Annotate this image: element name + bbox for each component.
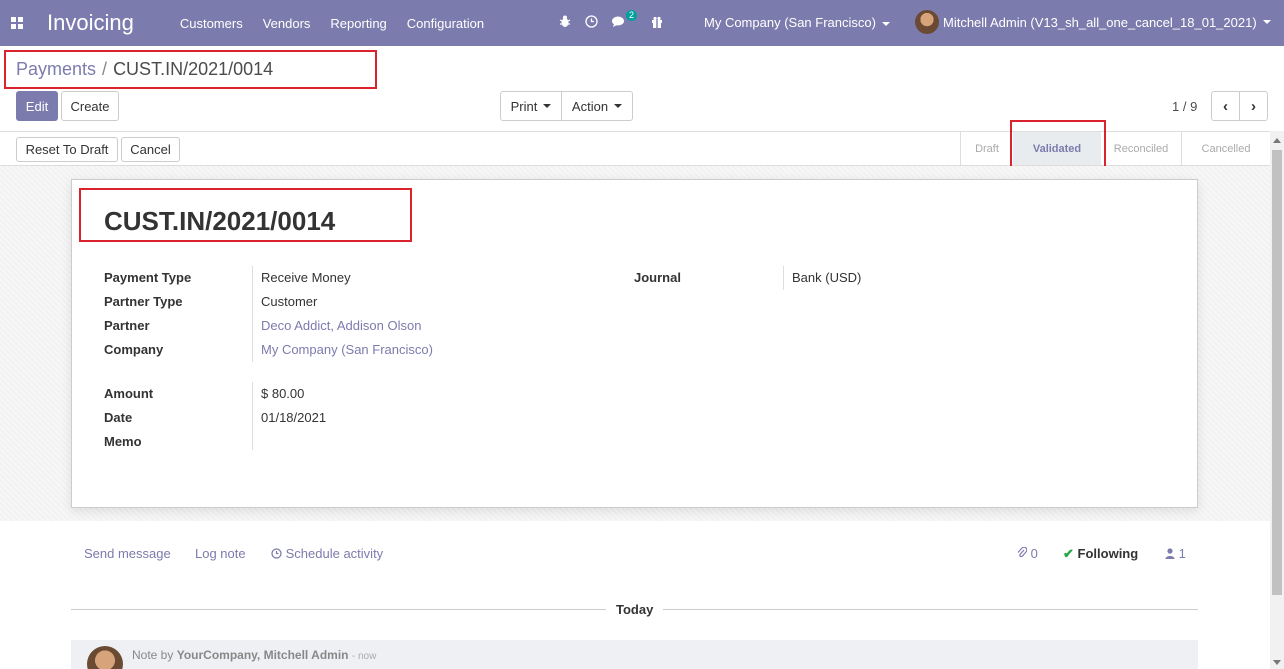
company-name: My Company (San Francisco) (704, 15, 876, 30)
scroll-down-icon[interactable] (1273, 660, 1281, 665)
reset-to-draft-button[interactable]: Reset To Draft (16, 137, 118, 162)
menu-configuration[interactable]: Configuration (407, 16, 484, 31)
breadcrumb-highlight (4, 50, 377, 89)
partner-type-value: Customer (261, 294, 318, 309)
action-dropdown[interactable]: Action (561, 91, 633, 121)
user-icon (1165, 548, 1175, 559)
payment-type-label: Payment Type (104, 270, 192, 285)
field-separator (252, 266, 253, 362)
message-header: Note by YourCompany, Mitchell Admin - no… (132, 648, 376, 662)
journal-value: Bank (USD) (792, 270, 862, 285)
user-menu[interactable]: Mitchell Admin (V13_sh_all_one_cancel_18… (915, 10, 1271, 34)
user-name: Mitchell Admin (V13_sh_all_one_cancel_18… (943, 14, 1257, 30)
attachments-button[interactable]: 0 (1017, 546, 1038, 561)
create-button[interactable]: Create (61, 91, 119, 121)
message-author[interactable]: YourCompany, Mitchell Admin (177, 648, 349, 662)
clock-icon[interactable] (585, 15, 598, 31)
action-label: Action (571, 98, 609, 114)
systray: 2 (559, 0, 677, 46)
caret-down-icon (543, 104, 552, 108)
followers-count: 1 (1178, 546, 1186, 561)
field-separator (783, 266, 784, 290)
company-switcher[interactable]: My Company (San Francisco) (704, 15, 890, 30)
apps-menu-icon[interactable] (11, 17, 23, 29)
stage-cancelled[interactable]: Cancelled (1182, 132, 1270, 165)
caret-down-icon (881, 21, 890, 26)
payment-type-value: Receive Money (261, 270, 351, 285)
partner-type-label: Partner Type (104, 294, 183, 309)
company-link[interactable]: My Company (San Francisco) (261, 342, 433, 357)
partner-link[interactable]: Deco Addict, Addison Olson (261, 318, 421, 333)
main-menu: Customers Vendors Reporting Configuratio… (180, 16, 504, 31)
app-name[interactable]: Invoicing (47, 10, 134, 36)
chevron-left-icon: ‹ (1223, 97, 1228, 115)
stage-highlight (1010, 120, 1106, 168)
print-label: Print (510, 98, 538, 114)
pager-next-button[interactable]: › (1239, 91, 1268, 121)
amount-label: Amount (104, 386, 154, 401)
gift-icon[interactable] (651, 16, 663, 31)
record-name-highlight (79, 188, 412, 242)
schedule-activity-link[interactable]: Schedule activity (271, 546, 383, 561)
pager-value[interactable]: 1 / 9 (1172, 99, 1197, 114)
schedule-activity-label: Schedule activity (285, 546, 384, 561)
menu-reporting[interactable]: Reporting (330, 16, 386, 31)
following-label: Following (1077, 546, 1139, 561)
scroll-up-icon[interactable] (1273, 138, 1281, 143)
partner-label: Partner (104, 318, 150, 333)
field-separator (252, 382, 253, 450)
stage-draft[interactable]: Draft (961, 132, 1013, 165)
stage-reconciled[interactable]: Reconciled (1101, 132, 1181, 165)
message-prefix: Note by (132, 648, 174, 662)
day-divider-line (71, 609, 606, 610)
menu-customers[interactable]: Customers (180, 16, 243, 31)
menu-vendors[interactable]: Vendors (263, 16, 311, 31)
day-divider-label: Today (616, 602, 654, 617)
followers-button[interactable]: 1 (1165, 546, 1186, 561)
cancel-button[interactable]: Cancel (121, 137, 180, 162)
bug-icon[interactable] (559, 15, 571, 31)
chat-badge: 2 (625, 9, 637, 21)
scrollbar-thumb[interactable] (1272, 150, 1282, 595)
amount-value: $ 80.00 (261, 386, 305, 401)
memo-label: Memo (104, 434, 142, 449)
journal-label: Journal (634, 270, 681, 285)
caret-down-icon (1262, 20, 1271, 24)
check-icon: ✔ (1063, 546, 1074, 561)
following-button[interactable]: ✔ Following (1063, 546, 1138, 562)
company-label: Company (104, 342, 164, 357)
edit-button[interactable]: Edit (16, 91, 58, 121)
clock-icon (271, 548, 282, 559)
send-message-link[interactable]: Send message (84, 546, 171, 561)
chat-icon[interactable]: 2 (612, 9, 637, 31)
chevron-right-icon: › (1251, 97, 1256, 115)
attachments-count: 0 (1030, 546, 1038, 561)
print-dropdown[interactable]: Print (500, 91, 562, 121)
pager-previous-button[interactable]: ‹ (1211, 91, 1240, 121)
paperclip-icon (1017, 546, 1028, 558)
date-label: Date (104, 410, 133, 425)
log-note-link[interactable]: Log note (195, 546, 246, 561)
caret-down-icon (614, 104, 623, 108)
user-avatar (915, 10, 939, 34)
date-value: 01/18/2021 (261, 410, 327, 425)
day-divider-line (663, 609, 1198, 610)
message-time: - now (351, 651, 377, 662)
top-navbar: Invoicing Customers Vendors Reporting Co… (0, 0, 1284, 46)
